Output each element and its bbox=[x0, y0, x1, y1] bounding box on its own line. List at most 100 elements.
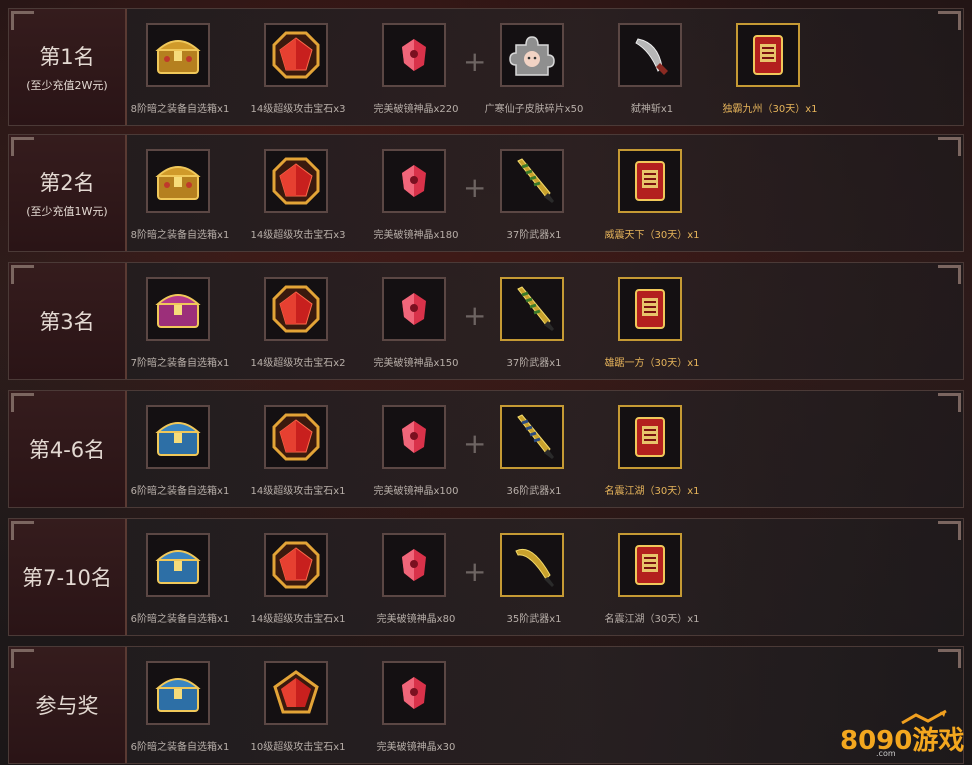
reward-item[interactable]: 8阶暗之装备自选箱x1 bbox=[125, 23, 235, 119]
reward-item[interactable]: 完美破镜神晶x150 bbox=[361, 277, 471, 373]
item-label: 独霸九州（30天）x1 bbox=[722, 104, 818, 115]
corner-ornament bbox=[938, 393, 961, 412]
reward-row-4: 第4-6名 6阶暗之装备自选箱x1 14级超级攻击宝石x1 完美破镜神晶x100… bbox=[8, 390, 964, 508]
reward-item[interactable]: 雄踞一方（30天）x1 bbox=[597, 277, 707, 373]
reward-item[interactable]: 完美破镜神晶x30 bbox=[361, 661, 471, 757]
crystal-icon bbox=[382, 149, 446, 213]
reward-item[interactable]: 14级超级攻击宝石x3 bbox=[243, 23, 353, 119]
rank-title: 第3名 bbox=[39, 310, 95, 334]
reward-item[interactable]: 6阶暗之装备自选箱x1 bbox=[125, 661, 235, 757]
crystal-icon bbox=[382, 23, 446, 87]
item-label: 完美破镜神晶x220 bbox=[373, 104, 459, 115]
rank-title: 第4-6名 bbox=[28, 438, 106, 462]
treasure-chest-icon bbox=[146, 23, 210, 87]
reward-row-5: 第7-10名 6阶暗之装备自选箱x1 14级超级攻击宝石x1 完美破镜神晶x80… bbox=[8, 518, 964, 636]
item-label: 完美破镜神晶x150 bbox=[373, 358, 459, 369]
reward-item[interactable]: 威震天下（30天）x1 bbox=[597, 149, 707, 245]
corner-ornament bbox=[11, 265, 34, 284]
item-label: 37阶武器x1 bbox=[506, 358, 562, 369]
corner-ornament bbox=[11, 11, 34, 30]
rank-cell: 第2名 (至少充值1W元) bbox=[9, 135, 127, 251]
reward-item[interactable]: 名震江湖（30天）x1 bbox=[597, 405, 707, 501]
reward-item[interactable]: 36阶武器x1 bbox=[479, 405, 589, 501]
reward-item[interactable]: 14级超级攻击宝石x1 bbox=[243, 533, 353, 629]
reward-row-2: 第2名 (至少充值1W元) 8阶暗之装备自选箱x1 14级超级攻击宝石x3 完美… bbox=[8, 134, 964, 252]
rank-requirement: (至少充值2W元) bbox=[26, 79, 108, 92]
item-label: 6阶暗之装备自选箱x1 bbox=[130, 486, 230, 497]
corner-ornament bbox=[938, 11, 961, 30]
crystal-icon bbox=[382, 661, 446, 725]
corner-ornament bbox=[11, 521, 34, 540]
rank-requirement: (至少充值1W元) bbox=[26, 205, 108, 218]
blade-icon bbox=[618, 23, 682, 87]
item-label: 37阶武器x1 bbox=[506, 230, 562, 241]
rank-title: 参与奖 bbox=[35, 694, 99, 718]
title-scroll-icon bbox=[618, 277, 682, 341]
red-gem-icon bbox=[264, 277, 328, 341]
reward-item[interactable]: 弑神斩x1 bbox=[597, 23, 707, 119]
rank-cell: 第4-6名 bbox=[9, 391, 127, 507]
red-gem-icon bbox=[264, 405, 328, 469]
rank-title: 第1名 bbox=[39, 45, 95, 69]
crystal-icon bbox=[382, 277, 446, 341]
item-label: 雄踞一方（30天）x1 bbox=[604, 358, 700, 369]
reward-item[interactable]: 6阶暗之装备自选箱x1 bbox=[125, 533, 235, 629]
item-label: 35阶武器x1 bbox=[506, 614, 562, 625]
reward-item[interactable]: 14级超级攻击宝石x3 bbox=[243, 149, 353, 245]
reward-row-6: 参与奖 6阶暗之装备自选箱x1 10级超级攻击宝石x1 完美破镜神晶x30 bbox=[8, 646, 964, 764]
item-label: 完美破镜神晶x80 bbox=[376, 614, 456, 625]
reward-item[interactable]: 6阶暗之装备自选箱x1 bbox=[125, 405, 235, 501]
item-label: 6阶暗之装备自选箱x1 bbox=[130, 614, 230, 625]
reward-item[interactable]: 7阶暗之装备自选箱x1 bbox=[125, 277, 235, 373]
rank-cell: 参与奖 bbox=[9, 647, 127, 763]
red-gem-icon bbox=[264, 23, 328, 87]
item-label: 8阶暗之装备自选箱x1 bbox=[130, 230, 230, 241]
sword-icon bbox=[500, 149, 564, 213]
reward-item[interactable]: 广寒仙子皮肤碎片x50 bbox=[479, 23, 589, 119]
reward-item[interactable]: 35阶武器x1 bbox=[479, 533, 589, 629]
reward-item[interactable]: 14级超级攻击宝石x2 bbox=[243, 277, 353, 373]
reward-row-1: 第1名 (至少充值2W元) 8阶暗之装备自选箱x1 14级超级攻击宝石x3 完美… bbox=[8, 8, 964, 126]
rank-title: 第7-10名 bbox=[22, 566, 112, 590]
reward-item[interactable]: 完美破镜神晶x100 bbox=[361, 405, 471, 501]
treasure-chest-icon bbox=[146, 149, 210, 213]
reward-item[interactable]: 37阶武器x1 bbox=[479, 277, 589, 373]
item-label: 弑神斩x1 bbox=[630, 104, 674, 115]
item-label: 7阶暗之装备自选箱x1 bbox=[130, 358, 230, 369]
corner-ornament bbox=[11, 393, 34, 412]
item-label: 36阶武器x1 bbox=[506, 486, 562, 497]
reward-item[interactable]: 8阶暗之装备自选箱x1 bbox=[125, 149, 235, 245]
sword-icon bbox=[500, 533, 564, 597]
reward-item[interactable]: 完美破镜神晶x80 bbox=[361, 533, 471, 629]
reward-item[interactable]: 37阶武器x1 bbox=[479, 149, 589, 245]
item-label: 完美破镜神晶x30 bbox=[376, 742, 456, 753]
item-label: 完美破镜神晶x180 bbox=[373, 230, 459, 241]
item-label: 14级超级攻击宝石x1 bbox=[250, 614, 346, 625]
reward-item[interactable]: 独霸九州（30天）x1 bbox=[715, 23, 825, 119]
item-label: 完美破镜神晶x100 bbox=[373, 486, 459, 497]
red-gem-icon bbox=[264, 661, 328, 725]
corner-ornament bbox=[938, 649, 961, 668]
red-gem-icon bbox=[264, 533, 328, 597]
item-label: 14级超级攻击宝石x3 bbox=[250, 104, 346, 115]
reward-item[interactable]: 完美破镜神晶x180 bbox=[361, 149, 471, 245]
puzzle-piece-icon bbox=[500, 23, 564, 87]
corner-ornament bbox=[11, 649, 34, 668]
title-scroll-icon bbox=[618, 533, 682, 597]
reward-item[interactable]: 10级超级攻击宝石x1 bbox=[243, 661, 353, 757]
crystal-icon bbox=[382, 405, 446, 469]
rank-title: 第2名 bbox=[39, 171, 95, 195]
rank-cell: 第7-10名 bbox=[9, 519, 127, 635]
sword-icon bbox=[500, 405, 564, 469]
item-label: 10级超级攻击宝石x1 bbox=[250, 742, 346, 753]
sword-icon bbox=[500, 277, 564, 341]
reward-item[interactable]: 14级超级攻击宝石x1 bbox=[243, 405, 353, 501]
treasure-chest-icon bbox=[146, 661, 210, 725]
item-label: 威震天下（30天）x1 bbox=[604, 230, 700, 241]
item-label: 14级超级攻击宝石x1 bbox=[250, 486, 346, 497]
reward-item[interactable]: 完美破镜神晶x220 bbox=[361, 23, 471, 119]
reward-item[interactable]: 名震江湖（30天）x1 bbox=[597, 533, 707, 629]
title-scroll-icon bbox=[736, 23, 800, 87]
red-gem-icon bbox=[264, 149, 328, 213]
item-label: 广寒仙子皮肤碎片x50 bbox=[484, 104, 584, 115]
